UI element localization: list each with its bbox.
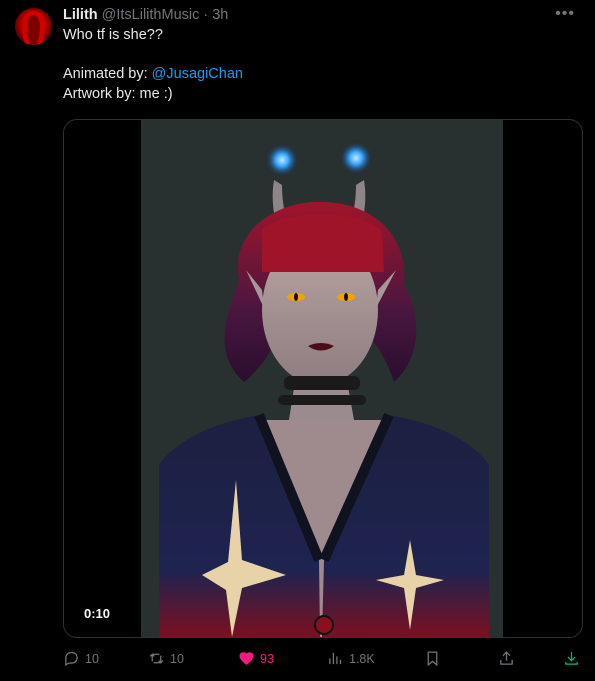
animated-by-label: Animated by: (63, 66, 152, 82)
like-count: 93 (260, 651, 274, 666)
retweet-button[interactable]: 10 (148, 650, 184, 667)
video-player[interactable]: 0:10 (63, 119, 583, 638)
action-bar: 10 10 93 1.8K (63, 648, 581, 670)
timestamp[interactable]: 3h (212, 7, 228, 23)
like-button[interactable]: 93 (238, 650, 274, 667)
share-icon (500, 651, 513, 665)
mention-link[interactable]: @JusagiChan (152, 66, 243, 82)
tweet-header: Lilith @ItsLilithMusic · 3h (63, 6, 581, 24)
video-duration: 0:10 (78, 604, 117, 623)
download-icon (565, 652, 578, 665)
tweet-line-1: Who tf is she?? (63, 27, 163, 43)
separator-dot: · (203, 7, 209, 23)
download-button[interactable] (563, 650, 580, 667)
tweet[interactable]: Lilith @ItsLilithMusic · 3h ••• Who tf i… (0, 0, 595, 681)
bookmark-button[interactable] (424, 650, 441, 667)
tweet-text: Who tf is she?? Animated by: @JusagiChan… (63, 26, 581, 104)
tweet-line-artwork: Artwork by: me :) (63, 85, 173, 102)
heart-icon (239, 652, 254, 665)
video-frame (64, 120, 582, 637)
reply-button[interactable]: 10 (63, 650, 99, 667)
display-name[interactable]: Lilith (63, 7, 98, 23)
retweet-icon (149, 653, 164, 664)
share-button[interactable] (498, 650, 515, 667)
more-options-icon[interactable]: ••• (555, 5, 575, 23)
user-handle[interactable]: @ItsLilithMusic (102, 7, 200, 23)
views-button[interactable]: 1.8K (327, 650, 375, 667)
reply-icon (65, 651, 78, 667)
retweet-count: 10 (170, 651, 184, 666)
views-icon (329, 652, 342, 665)
bookmark-icon (427, 651, 438, 667)
views-count: 1.8K (349, 651, 375, 666)
tweet-line-animated: Animated by: @JusagiChan (63, 65, 581, 85)
avatar[interactable] (15, 8, 52, 45)
reply-count: 10 (85, 651, 99, 666)
